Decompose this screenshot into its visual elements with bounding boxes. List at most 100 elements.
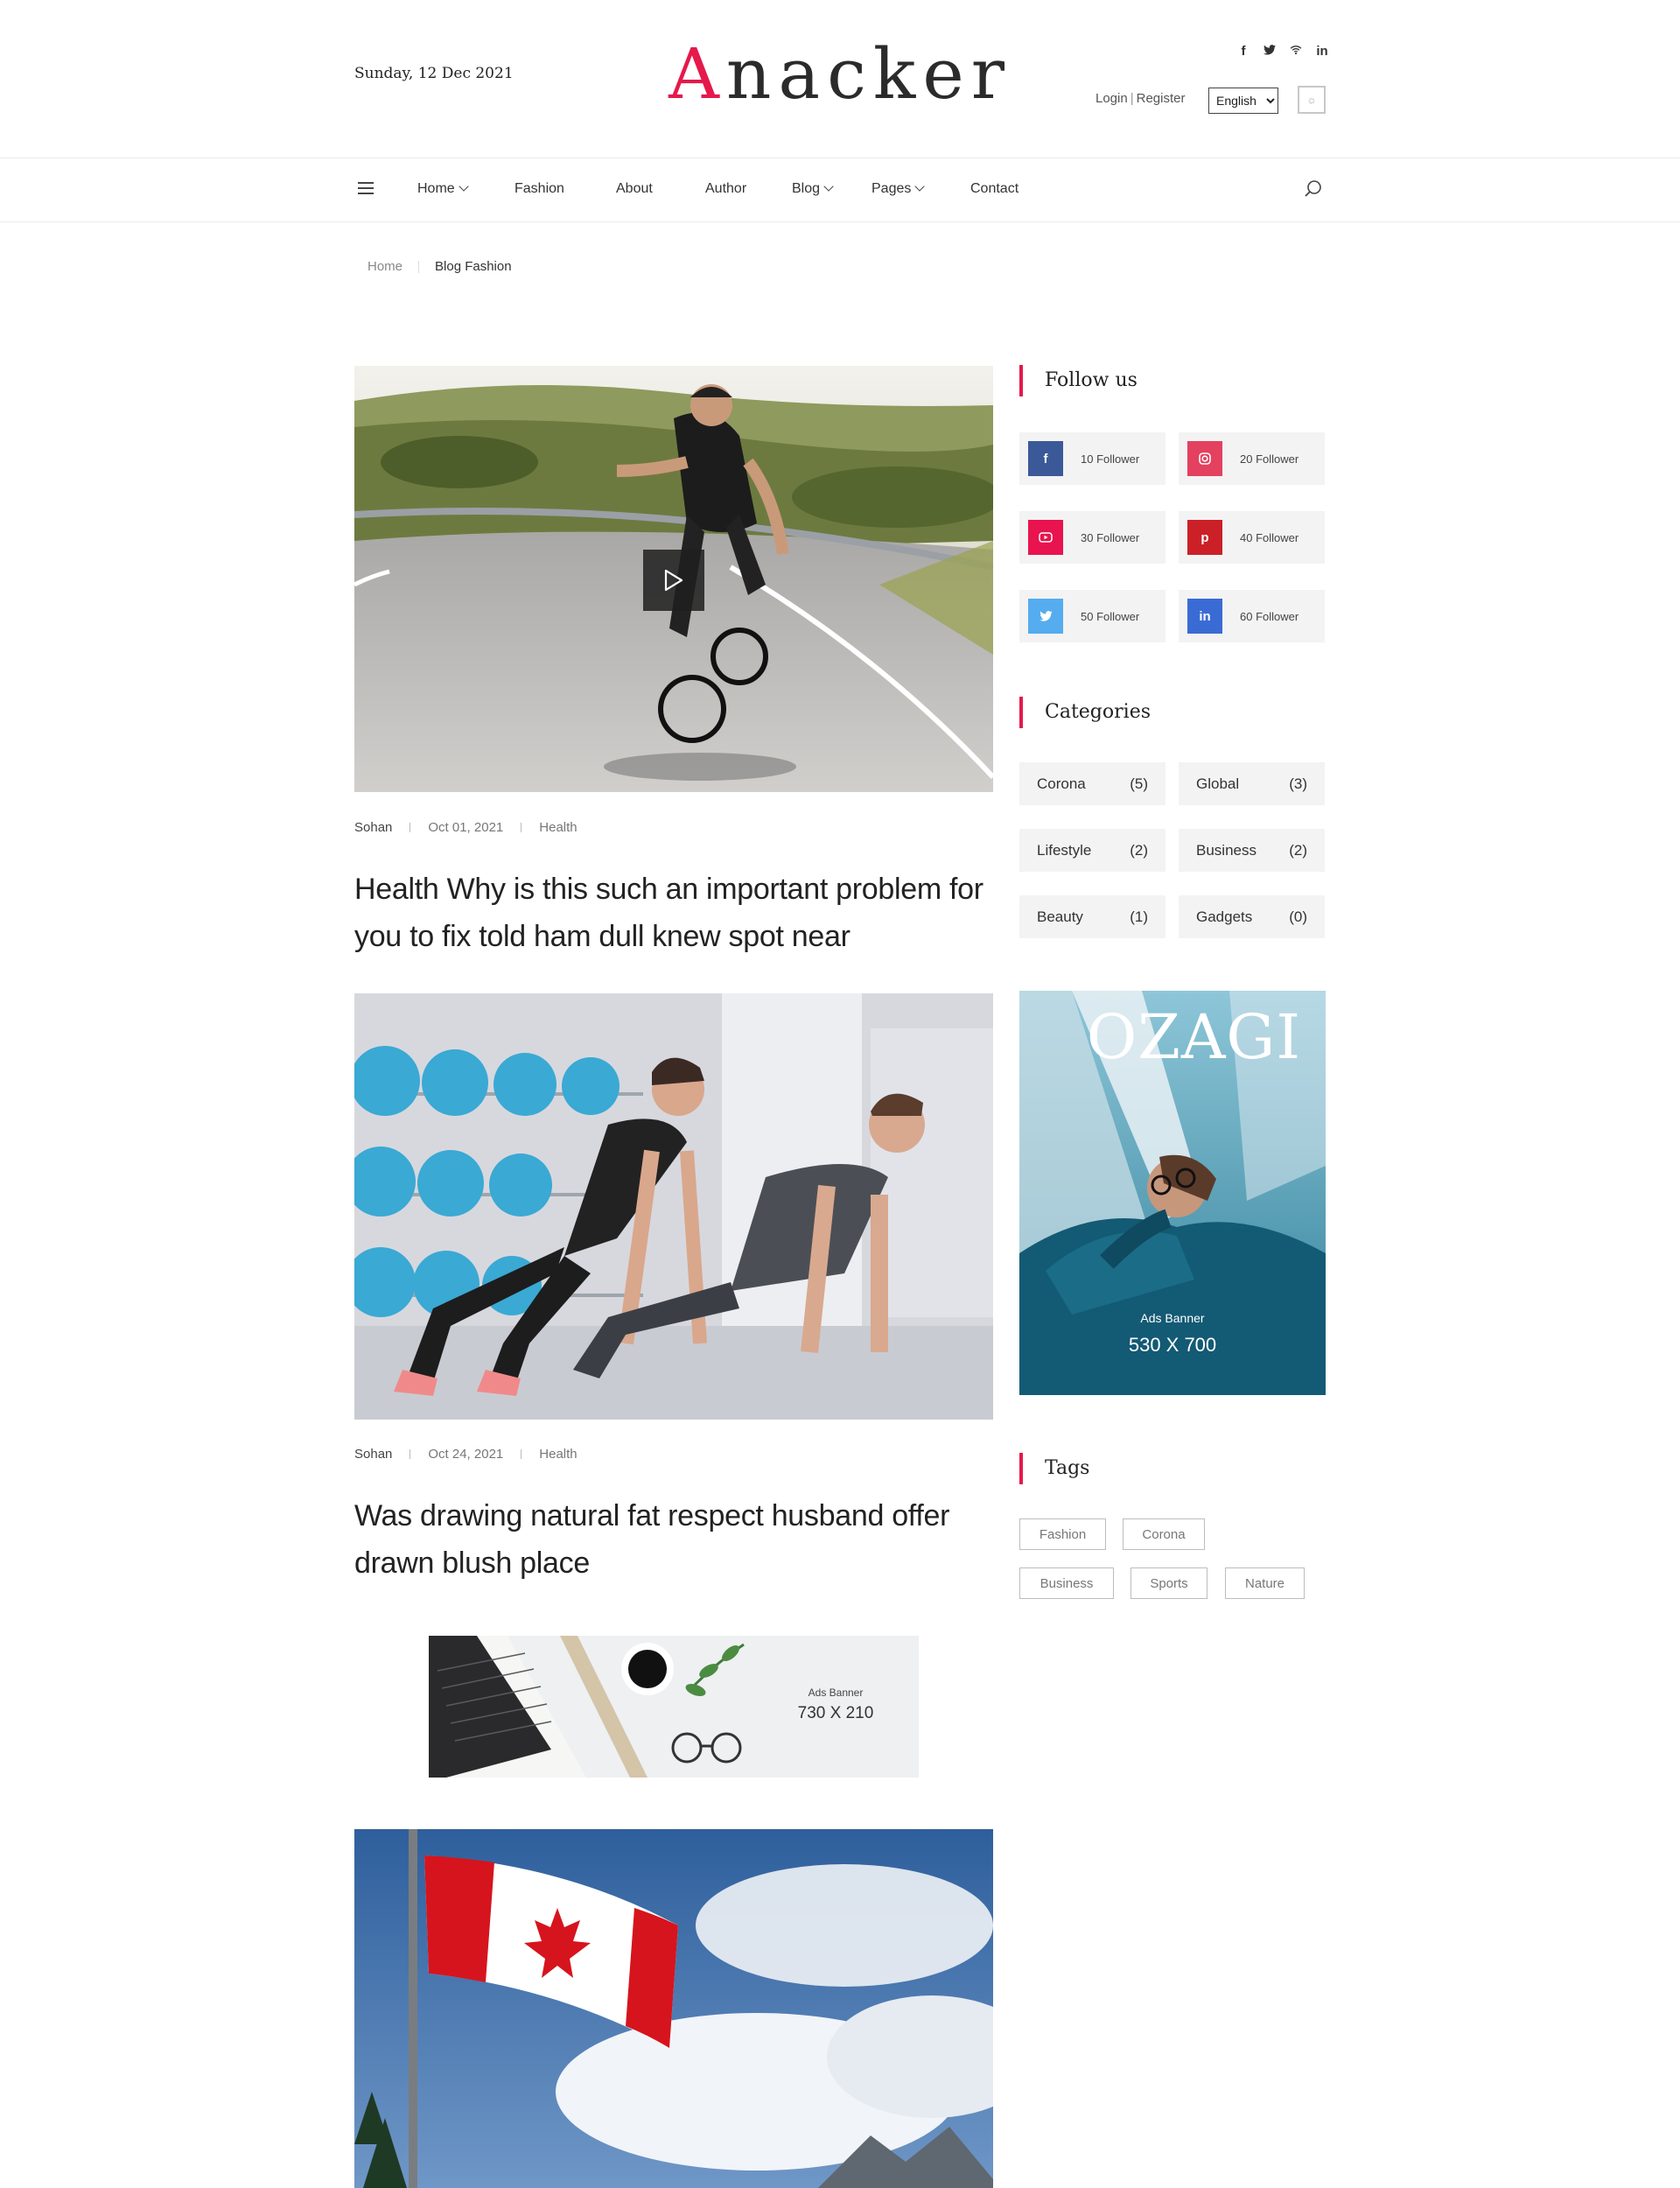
categories-title: Categories: [1019, 697, 1151, 728]
chevron-down-icon: [458, 181, 469, 192]
follow-youtube[interactable]: 30 Follower: [1019, 511, 1166, 564]
post-image-workout[interactable]: [354, 993, 993, 1420]
wifi-icon[interactable]: [1290, 44, 1302, 59]
play-video-button[interactable]: [643, 550, 704, 611]
category-item[interactable]: Business (2): [1179, 829, 1325, 872]
tag-corona[interactable]: Corona: [1123, 1518, 1205, 1550]
twitter-icon: [1028, 599, 1063, 634]
chevron-down-icon: [914, 181, 926, 192]
ads-banner-wide[interactable]: Ads Banner 730 X 210: [429, 1636, 919, 1778]
twitter-icon[interactable]: [1264, 44, 1276, 59]
nav-item-label: About: [616, 181, 653, 196]
register-link[interactable]: Register: [1137, 91, 1186, 106]
tag-sports[interactable]: Sports: [1130, 1567, 1208, 1599]
follower-count: 20 Follower: [1240, 452, 1299, 466]
post-author[interactable]: Sohan: [354, 1447, 392, 1462]
tag-nature[interactable]: Nature: [1225, 1567, 1305, 1599]
post-category[interactable]: Health: [539, 1447, 577, 1462]
canada-flag-photo: [354, 1829, 993, 2188]
follow-twitter[interactable]: 50 Follower: [1019, 590, 1166, 642]
login-link[interactable]: Login: [1096, 91, 1128, 106]
category-count: (2): [1130, 841, 1148, 859]
post-title[interactable]: Was drawing natural fat respect husband …: [354, 1492, 1002, 1587]
play-icon: [664, 569, 683, 592]
site-logo[interactable]: Anacker: [0, 33, 1680, 115]
category-count: (1): [1130, 908, 1148, 925]
chevron-down-icon: [823, 181, 834, 192]
category-name: Business: [1196, 841, 1256, 859]
nav-item-about[interactable]: About: [616, 181, 653, 197]
follow-us-title: Follow us: [1019, 365, 1138, 396]
ads-banner-tall[interactable]: OZAGI Ads Banner 530 X 700: [1019, 991, 1326, 1395]
search-icon[interactable]: [1304, 179, 1323, 199]
post-date: Oct 01, 2021: [428, 820, 504, 835]
ads-banner-size: 530 X 700: [1128, 1334, 1217, 1356]
nav-item-label: Pages: [872, 181, 912, 196]
main-nav: Home Fashion About Author Blog Pages Con…: [0, 158, 1680, 222]
nav-item-label: Fashion: [514, 181, 564, 196]
facebook-icon[interactable]: f: [1237, 44, 1250, 59]
follow-facebook[interactable]: f 10 Follower: [1019, 432, 1166, 485]
nav-item-label: Author: [705, 181, 747, 196]
follower-count: 50 Follower: [1081, 609, 1140, 623]
language-select[interactable]: English: [1208, 88, 1278, 114]
follower-count: 40 Follower: [1240, 530, 1299, 544]
youtube-icon: [1028, 520, 1063, 555]
category-name: Gadgets: [1196, 908, 1253, 925]
follow-pinterest[interactable]: p 40 Follower: [1179, 511, 1325, 564]
category-name: Global: [1196, 775, 1240, 792]
nav-item-label: Blog: [792, 181, 821, 196]
pinterest-icon: p: [1187, 520, 1222, 555]
breadcrumb-home[interactable]: Home: [368, 259, 402, 274]
follower-count: 30 Follower: [1081, 530, 1140, 544]
nav-item-contact[interactable]: Contact: [970, 181, 1018, 197]
category-count: (0): [1289, 908, 1307, 925]
ads-banner-size: 730 X 210: [797, 1704, 874, 1722]
post-date: Oct 24, 2021: [428, 1447, 504, 1462]
tag-fashion[interactable]: Fashion: [1019, 1518, 1106, 1550]
breadcrumb: Home Blog Fashion: [368, 259, 512, 274]
category-item[interactable]: Gadgets (0): [1179, 895, 1325, 938]
nav-item-label: Home: [417, 181, 455, 196]
nav-item-label: Contact: [970, 181, 1019, 196]
post-meta: Sohan Oct 24, 2021 Health: [354, 1447, 578, 1462]
nav-item-pages[interactable]: Pages: [872, 181, 926, 197]
linkedin-icon[interactable]: in: [1316, 44, 1328, 59]
linkedin-icon: in: [1187, 599, 1222, 634]
nav-item-author[interactable]: Author: [705, 181, 746, 197]
category-count: (5): [1130, 775, 1148, 792]
category-item[interactable]: Global (3): [1179, 762, 1325, 805]
auth-links: Login | Register: [1096, 91, 1186, 106]
ads-banner-label: Ads Banner: [1140, 1311, 1205, 1325]
post-author[interactable]: Sohan: [354, 820, 392, 835]
ads-banner-label: Ads Banner: [808, 1687, 864, 1699]
category-count: (3): [1289, 775, 1307, 792]
follow-instagram[interactable]: 20 Follower: [1179, 432, 1325, 485]
nav-item-home[interactable]: Home: [417, 181, 469, 197]
facebook-icon: f: [1028, 441, 1063, 476]
post-title[interactable]: Health Why is this such an important pro…: [354, 866, 1002, 960]
nav-item-blog[interactable]: Blog: [792, 181, 834, 197]
follower-count: 60 Follower: [1240, 609, 1299, 623]
category-item[interactable]: Beauty (1): [1019, 895, 1166, 938]
tags-title: Tags: [1019, 1453, 1089, 1484]
category-name: Beauty: [1037, 908, 1083, 925]
category-item[interactable]: Corona (5): [1019, 762, 1166, 805]
post-image-canada-flag[interactable]: [354, 1829, 993, 2188]
category-name: Lifestyle: [1037, 841, 1092, 859]
post-meta: Sohan Oct 01, 2021 Health: [354, 820, 578, 835]
ads-brand-name: OZAGI: [1086, 1001, 1301, 1073]
post-image-cyclist[interactable]: [354, 366, 993, 792]
nav-item-fashion[interactable]: Fashion: [514, 181, 564, 197]
workout-photo: [354, 993, 993, 1420]
menu-icon[interactable]: [358, 182, 374, 196]
follower-count: 10 Follower: [1081, 452, 1140, 466]
tag-business[interactable]: Business: [1019, 1567, 1114, 1599]
category-count: (2): [1289, 841, 1307, 859]
theme-toggle-icon[interactable]: ☼: [1298, 86, 1326, 114]
post-category[interactable]: Health: [539, 820, 577, 835]
header-social-links: f in: [1237, 44, 1328, 59]
follow-linkedin[interactable]: in 60 Follower: [1179, 590, 1325, 642]
breadcrumb-current: Blog Fashion: [435, 259, 512, 274]
category-item[interactable]: Lifestyle (2): [1019, 829, 1166, 872]
